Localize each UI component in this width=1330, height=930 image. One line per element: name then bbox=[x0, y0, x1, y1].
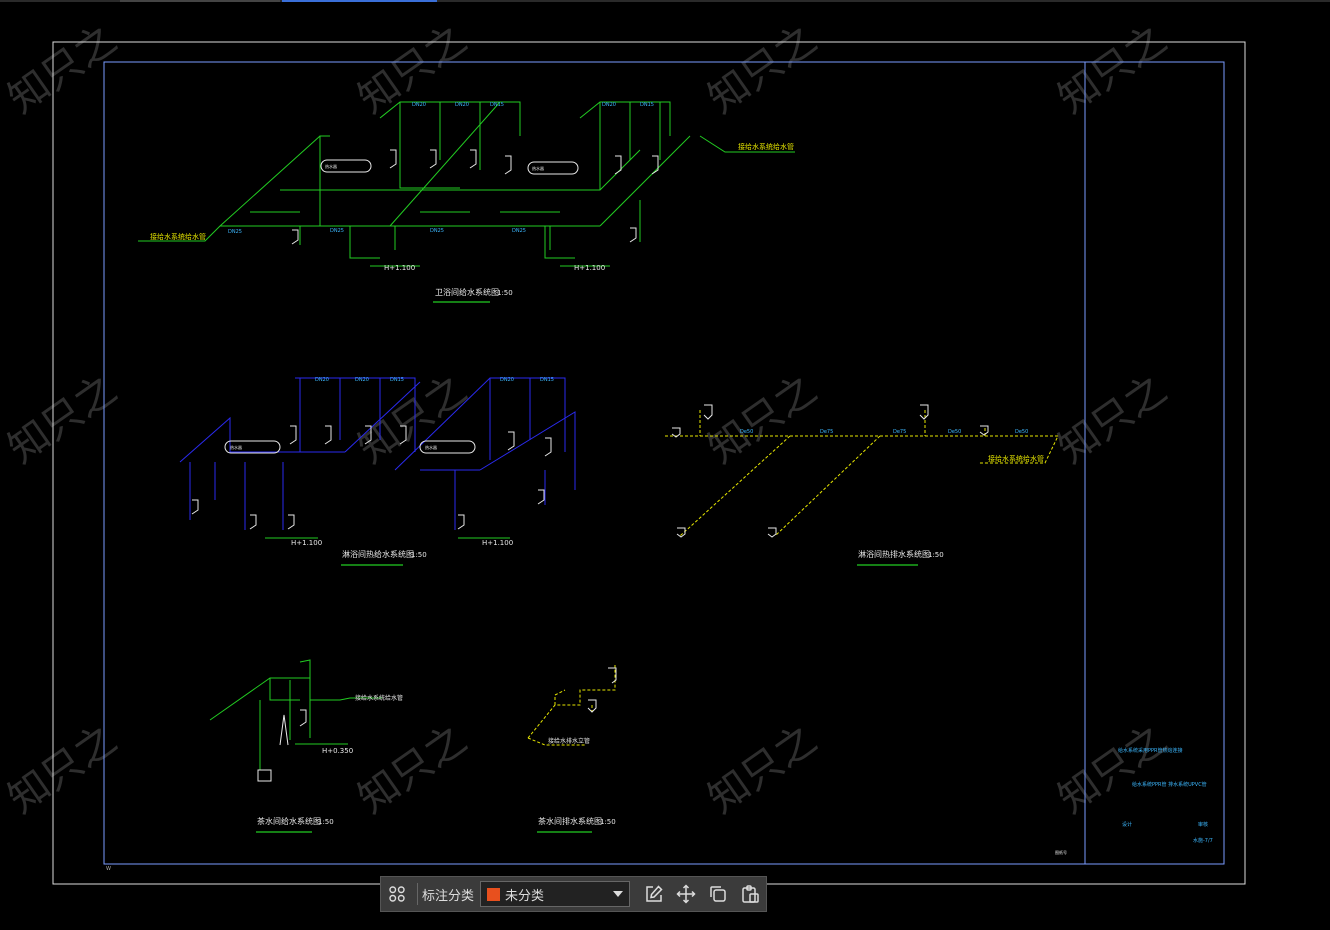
pipe-size-label: De75 bbox=[893, 429, 906, 435]
tea-supply-label: 接给水系统给水管 bbox=[355, 694, 403, 702]
outer-frame bbox=[52, 41, 1246, 885]
category-selected-value: 未分类 bbox=[505, 888, 545, 904]
edit-icon[interactable] bbox=[638, 877, 670, 911]
view-tea-drain bbox=[527, 665, 616, 746]
watermark: 知只之 bbox=[0, 16, 125, 123]
title-block-sheet: 水施-7/7 bbox=[1193, 837, 1213, 844]
heater-label: 热水器 bbox=[230, 444, 242, 450]
level-label-5: H+0.350 bbox=[322, 747, 353, 755]
annotation-toolbar: 标注分类 未分类 bbox=[380, 876, 767, 912]
level-label-4: H+1.100 bbox=[482, 539, 513, 547]
watermark: 知只之 bbox=[0, 366, 125, 473]
watermark-layer: 知只之 知只之 知只之 知只之知只之 知只之 知只之 知只之知只之 知只之 知只之 知只之 bbox=[0, 16, 1175, 823]
level-label-2: H+1.100 bbox=[574, 264, 605, 272]
watermark: 知只之 bbox=[700, 716, 825, 823]
pipe-size-label: De75 bbox=[820, 429, 833, 435]
level-label-1: H+1.100 bbox=[384, 264, 415, 272]
view-tea-supply bbox=[209, 659, 382, 770]
title-block-designer: 设计 bbox=[1122, 821, 1132, 828]
drawing-labels: 卫浴间给水系统图 1:50 淋浴间热给水系统图 1:50 淋浴间热排水系统图 1… bbox=[106, 102, 1213, 872]
category-color-swatch bbox=[487, 887, 501, 901]
supply-inlet-label-2: 接给水系统给水管 bbox=[738, 142, 794, 151]
watermark: 知只之 bbox=[1050, 16, 1175, 123]
view-scale-2: 1:50 bbox=[411, 551, 427, 559]
heater-label: 热水器 bbox=[532, 165, 544, 171]
move-icon[interactable] bbox=[670, 877, 702, 911]
level-label-3: H+1.100 bbox=[291, 539, 322, 547]
pipe-size-label: DN15 bbox=[390, 377, 404, 383]
pipe-size-label: DN25 bbox=[512, 228, 526, 234]
pipe-size-label: DN20 bbox=[315, 377, 329, 383]
corner-mark: W bbox=[106, 866, 111, 872]
pipe-size-label: DN20 bbox=[355, 377, 369, 383]
view-scale-1: 1:50 bbox=[497, 289, 513, 297]
tea-drain-label: 接给水排水立管 bbox=[548, 737, 590, 745]
watermark: 知只之 bbox=[1050, 366, 1175, 473]
view-scale-5: 1:50 bbox=[600, 818, 616, 826]
watermark: 知只之 bbox=[0, 716, 125, 823]
view4-fixtures bbox=[257, 709, 307, 782]
cad-viewport[interactable]: 知只之 知只之 知只之 知只之 知只之 知只之 知只之 知只之 知只之 知只之 知只之 知只之 bbox=[0, 0, 1330, 930]
pipe-size-label: DN25 bbox=[330, 228, 344, 234]
watermark: 知只之 bbox=[700, 16, 825, 123]
heater-label: 热水器 bbox=[425, 444, 437, 450]
watermark: 知只之 bbox=[700, 366, 825, 473]
grid-icon[interactable] bbox=[381, 877, 413, 911]
pipe-size-label: DN20 bbox=[602, 102, 616, 108]
cad-drawing: 知只之 知只之 知只之 知只之知只之 知只之 知只之 知只之知只之 知只之 知只之 知只之 bbox=[0, 16, 1246, 885]
pipe-size-label: DN25 bbox=[430, 228, 444, 234]
pipe-size-label: DN20 bbox=[500, 377, 514, 383]
pipe-size-label: DN15 bbox=[540, 377, 554, 383]
pipe-size-label: De50 bbox=[948, 429, 961, 435]
view-scale-3: 1:50 bbox=[928, 551, 944, 559]
view-supply-system bbox=[138, 101, 795, 267]
pipe-size-label: DN20 bbox=[455, 102, 469, 108]
view-title-3: 淋浴间热排水系统图 bbox=[858, 549, 930, 559]
pipe-size-label: DN15 bbox=[490, 102, 504, 108]
supply-inlet-label-1: 接给水系统给水管 bbox=[150, 232, 206, 241]
drain-outlet-label: 接给水系统给水管 bbox=[988, 454, 1044, 463]
title-block-checker: 审核 bbox=[1198, 821, 1208, 828]
pipe-size-label: DN25 bbox=[228, 229, 242, 235]
annotation-category-label: 标注分类 bbox=[422, 888, 475, 904]
view-title-5: 茶水间排水系统图 bbox=[538, 816, 602, 826]
chevron-down-icon bbox=[613, 891, 624, 897]
annotation-category-select[interactable]: 未分类 bbox=[480, 881, 631, 907]
inner-frame bbox=[103, 61, 1225, 865]
view1-fixtures bbox=[291, 149, 659, 245]
copy-icon[interactable] bbox=[702, 877, 734, 911]
view-scale-4: 1:50 bbox=[318, 818, 334, 826]
title-block-stamp: 图纸号 bbox=[1055, 849, 1067, 855]
watermark: 知只之 bbox=[350, 716, 475, 823]
toolbar-separator bbox=[417, 883, 418, 905]
pipe-size-label: DN15 bbox=[640, 102, 654, 108]
view-title-1: 卫浴间给水系统图 bbox=[435, 287, 499, 297]
view-title-4: 茶水间给水系统图 bbox=[257, 816, 321, 826]
title-block-note-2: 给水系统PPR管 排水系统UPVC管 bbox=[1132, 781, 1207, 788]
title-block-note-1: 给水系统采用PPR管热熔连接 bbox=[1118, 747, 1183, 754]
pipe-size-label: DN20 bbox=[412, 102, 426, 108]
view-title-2: 淋浴间热给水系统图 bbox=[342, 549, 414, 559]
paste-icon[interactable] bbox=[734, 877, 766, 911]
heater-label: 热水器 bbox=[325, 163, 337, 169]
pipe-size-label: De50 bbox=[740, 429, 753, 435]
watermark: 知只之 bbox=[1050, 716, 1175, 823]
pipe-size-label: De50 bbox=[1015, 429, 1028, 435]
